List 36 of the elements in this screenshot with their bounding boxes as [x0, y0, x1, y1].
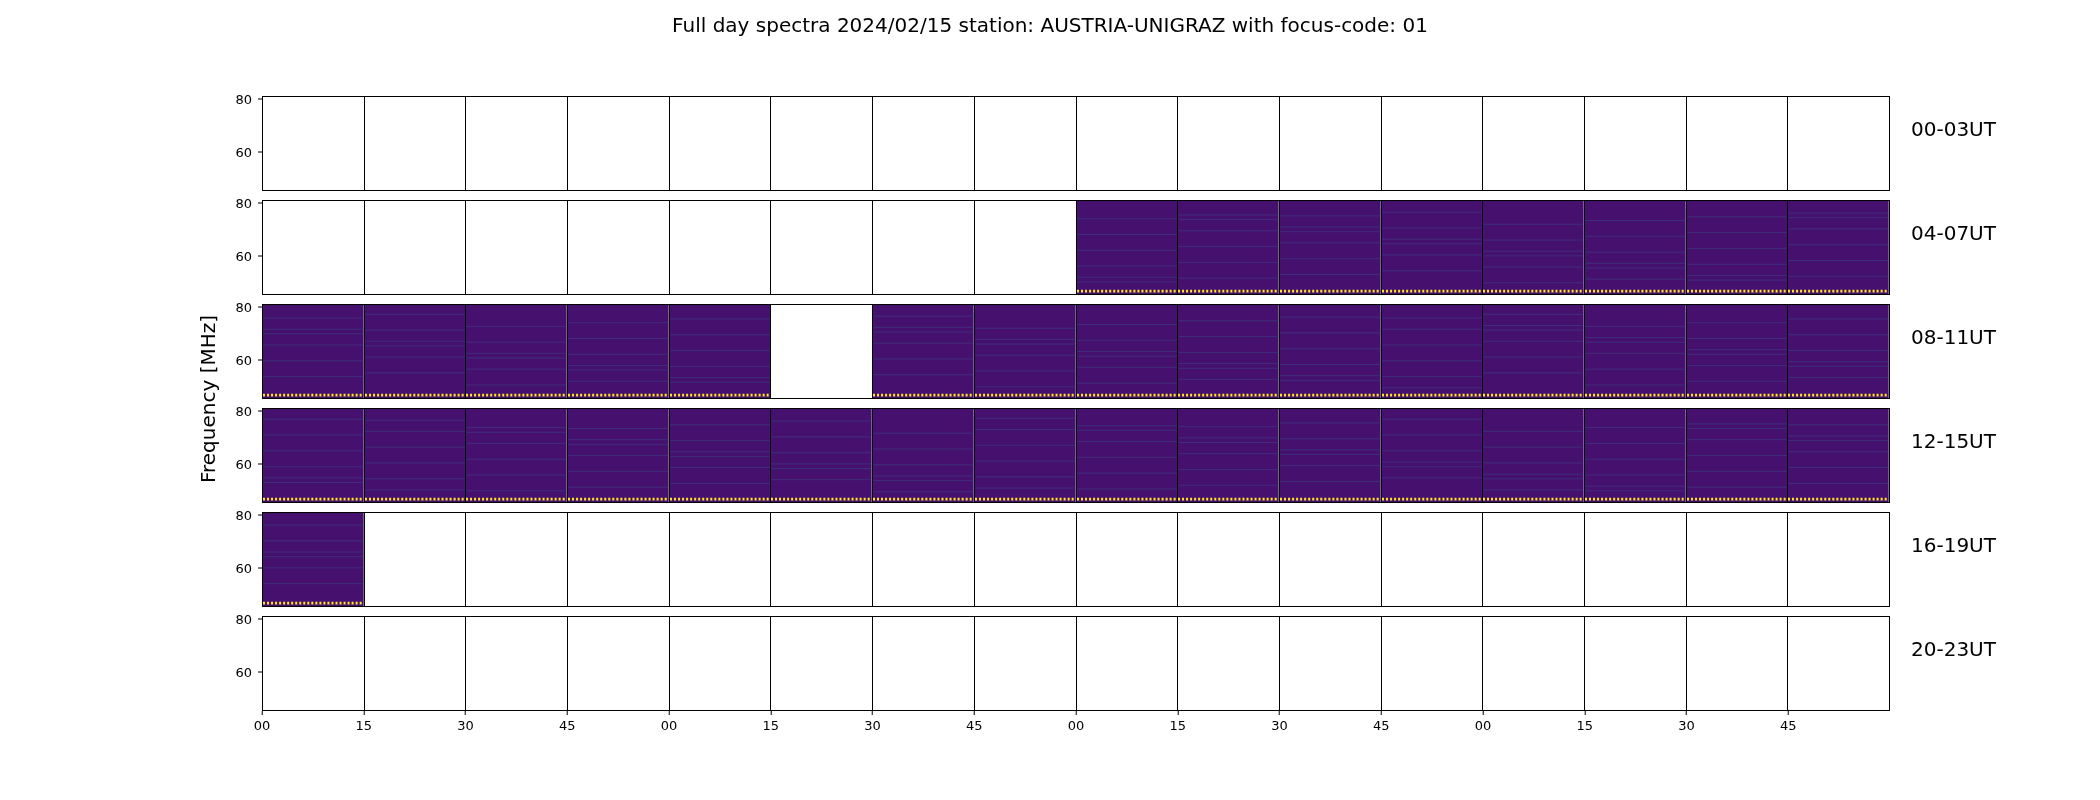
x-tick-label: 15 [1576, 718, 1593, 734]
x-tick-label: 45 [1780, 718, 1797, 734]
y-axis-label: Frequency [MHz] [195, 314, 221, 484]
row-time-label: 12-15UT [1911, 429, 1996, 453]
y-tick-label: 60 [235, 352, 252, 368]
x-tick-label: 15 [762, 718, 779, 734]
y-tick-label: 80 [235, 91, 252, 107]
row-time-label: 20-23UT [1911, 637, 1996, 661]
row-time-label: 04-07UT [1911, 221, 1996, 245]
x-tick-label: 45 [1373, 718, 1390, 734]
row-time-label: 00-03UT [1911, 117, 1996, 141]
y-tick-label: 60 [235, 664, 252, 680]
y-tick-label: 80 [235, 403, 252, 419]
x-tick-label: 00 [253, 718, 271, 734]
row-time-label: 16-19UT [1911, 533, 1996, 557]
x-tick-label: 30 [1678, 718, 1695, 734]
y-tick-label: 60 [235, 144, 252, 160]
y-tick-label: 60 [235, 456, 252, 472]
y-tick-label: 80 [235, 195, 252, 211]
y-tick-label: 80 [235, 611, 252, 627]
x-tick-label: 00 [1067, 718, 1085, 734]
y-tick-label: 80 [235, 507, 252, 523]
x-tick-label: 15 [355, 718, 372, 734]
row-time-label: 08-11UT [1911, 325, 1996, 349]
x-tick-label: 45 [559, 718, 576, 734]
x-tick-label: 30 [1271, 718, 1288, 734]
x-tick-label: 30 [457, 718, 474, 734]
y-tick-label: 60 [235, 560, 252, 576]
x-tick-label: 30 [864, 718, 881, 734]
y-tick-label: 60 [235, 248, 252, 264]
x-tick-label: 45 [966, 718, 983, 734]
x-tick-label: 00 [1474, 718, 1492, 734]
figure-title: Full day spectra 2024/02/15 station: AUSTRIA-UNIGRAZ with focus-code: 01 [672, 12, 1428, 38]
x-tick-label: 15 [1169, 718, 1186, 734]
y-tick-label: 80 [235, 299, 252, 315]
x-tick-label: 00 [660, 718, 678, 734]
